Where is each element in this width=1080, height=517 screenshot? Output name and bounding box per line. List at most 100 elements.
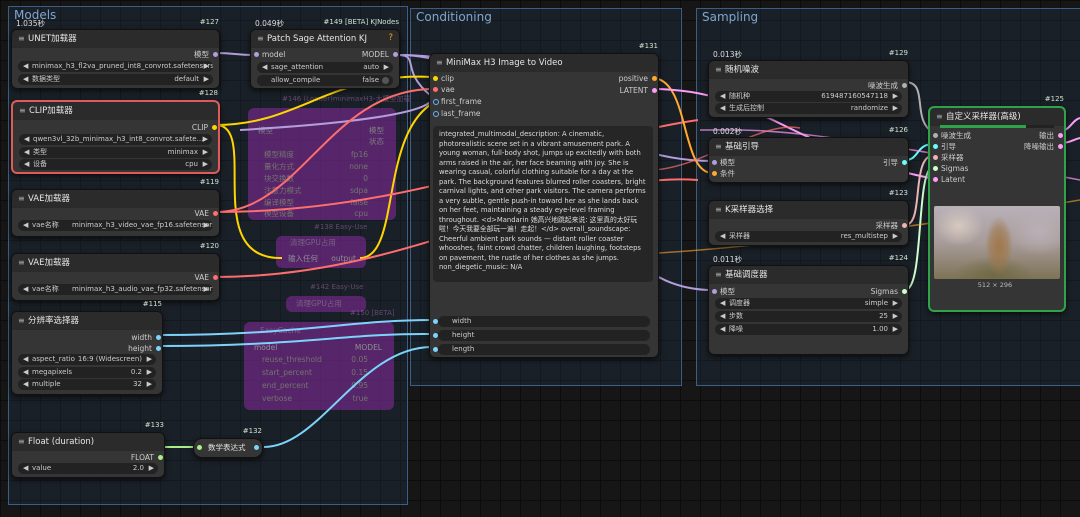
patch-sage-attention-node[interactable]: 0.049秒 #149 [BETA] KJNodes ≡ Patch Sage A… bbox=[250, 18, 400, 89]
output-slot[interactable] bbox=[1058, 133, 1063, 138]
chevron-right-icon[interactable]: ▶ bbox=[204, 61, 209, 72]
width-widget[interactable]: width bbox=[438, 316, 650, 327]
basic-guider-node[interactable]: 0.002秒 #126 ≡ 基础引导 模型 条件 引导 bbox=[708, 126, 909, 183]
chevron-right-icon[interactable]: ▶ bbox=[149, 463, 154, 474]
multiple-input[interactable]: ◀ multiple 32 ▶ bbox=[18, 379, 156, 390]
menu-icon[interactable]: ≡ bbox=[715, 201, 722, 218]
output-model-slot[interactable] bbox=[213, 52, 218, 57]
aspect-ratio-select[interactable]: ◀ aspect_ratio 16:9 (Widescreen) ▶ bbox=[18, 354, 156, 365]
length-widget[interactable]: length bbox=[438, 344, 650, 355]
chevron-right-icon[interactable]: ▶ bbox=[204, 284, 209, 295]
chevron-left-icon[interactable]: ◀ bbox=[23, 354, 28, 365]
input-clip-slot[interactable] bbox=[433, 76, 438, 81]
chevron-right-icon[interactable]: ▶ bbox=[384, 62, 389, 73]
chevron-left-icon[interactable]: ◀ bbox=[720, 91, 725, 102]
megapixels-input[interactable]: ◀ megapixels 0.2 ▶ bbox=[18, 367, 156, 378]
menu-icon[interactable]: ≡ bbox=[18, 433, 25, 450]
input-sigmas-slot[interactable] bbox=[933, 166, 938, 171]
output-noise-slot[interactable] bbox=[902, 83, 907, 88]
input-first-frame-slot[interactable] bbox=[433, 99, 439, 105]
vae-name-select[interactable]: ◀ vae名称 minimax_h3_video_vae_fp16.safetens… bbox=[18, 220, 213, 231]
float-value-input[interactable]: ◀ value 2.0 ▶ bbox=[18, 463, 158, 474]
output-vae-slot[interactable] bbox=[213, 275, 218, 280]
output-sigmas-slot[interactable] bbox=[902, 289, 907, 294]
node-header[interactable]: ≡ 自定义采样器(高级) bbox=[930, 108, 1064, 126]
chevron-right-icon[interactable]: ▶ bbox=[204, 220, 209, 231]
chevron-right-icon[interactable]: ▶ bbox=[893, 298, 898, 309]
node-header[interactable]: ≡ 随机噪波 bbox=[709, 61, 908, 79]
input-noise-slot[interactable] bbox=[933, 133, 938, 138]
seed-input[interactable]: ◀ 随机种 619487160547118 ▶ bbox=[715, 91, 902, 102]
output-float-slot[interactable] bbox=[158, 455, 163, 460]
chevron-right-icon[interactable]: ▶ bbox=[203, 134, 208, 145]
chevron-left-icon[interactable]: ◀ bbox=[720, 311, 725, 322]
output-width-slot[interactable] bbox=[156, 335, 161, 340]
chevron-right-icon[interactable]: ▶ bbox=[893, 311, 898, 322]
chevron-right-icon[interactable]: ▶ bbox=[147, 354, 152, 365]
output-vae-slot[interactable] bbox=[213, 211, 218, 216]
node-header[interactable]: ≡ 基础引导 bbox=[709, 138, 908, 156]
clip-name-select[interactable]: ◀ qwen3vl_32b_minimax_h3_int8_convrot.saf… bbox=[19, 134, 212, 145]
chevron-left-icon[interactable]: ◀ bbox=[720, 103, 725, 114]
menu-icon[interactable]: ≡ bbox=[715, 61, 722, 78]
output-denoised-slot[interactable] bbox=[1058, 144, 1063, 149]
node-header[interactable]: ≡ CLIP加载器 bbox=[13, 102, 218, 120]
chevron-right-icon[interactable]: ▶ bbox=[203, 147, 208, 158]
chevron-left-icon[interactable]: ◀ bbox=[23, 367, 28, 378]
toggle-icon[interactable] bbox=[382, 77, 389, 84]
output-positive-slot[interactable] bbox=[652, 76, 657, 81]
output-model-slot[interactable] bbox=[393, 52, 398, 57]
node-header[interactable]: ≡ 基础调度器 bbox=[709, 266, 908, 284]
prompt-textarea[interactable]: integrated_multimodal_description: A cin… bbox=[433, 126, 653, 282]
chevron-left-icon[interactable]: ◀ bbox=[23, 284, 28, 295]
help-icon[interactable]: ? bbox=[388, 30, 393, 47]
chevron-right-icon[interactable]: ▶ bbox=[203, 159, 208, 170]
menu-icon[interactable]: ≡ bbox=[715, 266, 722, 283]
clip-device-select[interactable]: ◀ 设备 cpu ▶ bbox=[19, 159, 212, 170]
height-widget[interactable]: height bbox=[438, 330, 650, 341]
output-height-slot[interactable] bbox=[156, 346, 161, 351]
clip-loader-node[interactable]: #128 ≡ CLIP加载器 CLIP ◀ qwen3vl_32b_minimax_… bbox=[11, 89, 220, 174]
clip-type-select[interactable]: ◀ 类型 minimax ▶ bbox=[19, 147, 212, 158]
chevron-right-icon[interactable]: ▶ bbox=[147, 367, 152, 378]
minimax-image-to-video-node[interactable]: #131 ≡ MiniMax H3 Image to Video clip vae… bbox=[429, 42, 659, 358]
menu-icon[interactable]: ≡ bbox=[18, 254, 25, 271]
input-latent-slot[interactable] bbox=[933, 177, 938, 182]
input-last-frame-slot[interactable] bbox=[433, 111, 439, 117]
random-noise-node[interactable]: 0.013秒 #129 ≡ 随机噪波 噪波生成 ◀ 随机种 6194871605471… bbox=[708, 49, 909, 118]
node-header[interactable]: ≡ K采样器选择 bbox=[709, 201, 908, 219]
node-header[interactable]: ≡ MiniMax H3 Image to Video bbox=[430, 54, 658, 72]
unet-name-select[interactable]: ◀ minimax_h3_fl2va_pruned_int8_convrot.sa… bbox=[18, 61, 213, 72]
scheduler-select[interactable]: ◀ 调度器 simple ▶ bbox=[715, 298, 902, 309]
menu-icon[interactable]: ≡ bbox=[18, 30, 25, 47]
vae-loader-node[interactable]: #119 ≡ VAE加载器 VAE ◀ vae名称 minimax_h3_video_… bbox=[11, 178, 220, 237]
float-duration-node[interactable]: #133 ≡ Float (duration) FLOAT ◀ value 2.0 ▶ bbox=[11, 421, 165, 478]
menu-icon[interactable]: ≡ bbox=[715, 138, 722, 155]
steps-input[interactable]: ◀ 步数 25 ▶ bbox=[715, 311, 902, 322]
allow-compile-toggle[interactable]: allow_compile false bbox=[257, 75, 393, 86]
output-clip-slot[interactable] bbox=[212, 125, 217, 130]
node-header[interactable]: ≡ VAE加载器 bbox=[12, 254, 219, 272]
input-model-slot[interactable] bbox=[712, 160, 717, 165]
input-sampler-slot[interactable] bbox=[933, 155, 938, 160]
chevron-left-icon[interactable]: ◀ bbox=[24, 134, 29, 145]
vae-name-select[interactable]: ◀ vae名称 minimax_h3_audio_vae_fp32.safetens… bbox=[18, 284, 213, 295]
unet-loader-node[interactable]: #127 ≡ UNET加载器 模型 ◀ minimax_h3_fl2va_prune… bbox=[11, 18, 220, 89]
chevron-right-icon[interactable]: ▶ bbox=[204, 74, 209, 85]
menu-icon[interactable]: ≡ bbox=[18, 190, 25, 207]
input-slot[interactable] bbox=[197, 445, 202, 450]
chevron-right-icon[interactable]: ▶ bbox=[147, 379, 152, 390]
math-expression-node[interactable]: #132 数学表达式 bbox=[193, 427, 263, 458]
basic-scheduler-node[interactable]: 0.011秒 #124 ≡ 基础调度器 模型 Sigmas ◀ 调度器 simple ▶… bbox=[708, 254, 909, 355]
input-vae-slot[interactable] bbox=[433, 87, 438, 92]
input-conditioning-slot[interactable] bbox=[712, 171, 717, 176]
node-header[interactable]: ≡ 分辨率选择器 bbox=[12, 312, 162, 330]
node-header[interactable]: ≡ Float (duration) bbox=[12, 433, 164, 451]
chevron-left-icon[interactable]: ◀ bbox=[23, 61, 28, 72]
chevron-left-icon[interactable]: ◀ bbox=[720, 324, 725, 335]
input-model-slot[interactable] bbox=[712, 289, 717, 294]
chevron-left-icon[interactable]: ◀ bbox=[720, 298, 725, 309]
menu-icon[interactable]: ≡ bbox=[936, 108, 943, 125]
control-after-generate-select[interactable]: ◀ 生成后控制 randomize ▶ bbox=[715, 103, 902, 114]
node-header[interactable]: ≡ Patch Sage Attention KJ? bbox=[251, 30, 399, 48]
